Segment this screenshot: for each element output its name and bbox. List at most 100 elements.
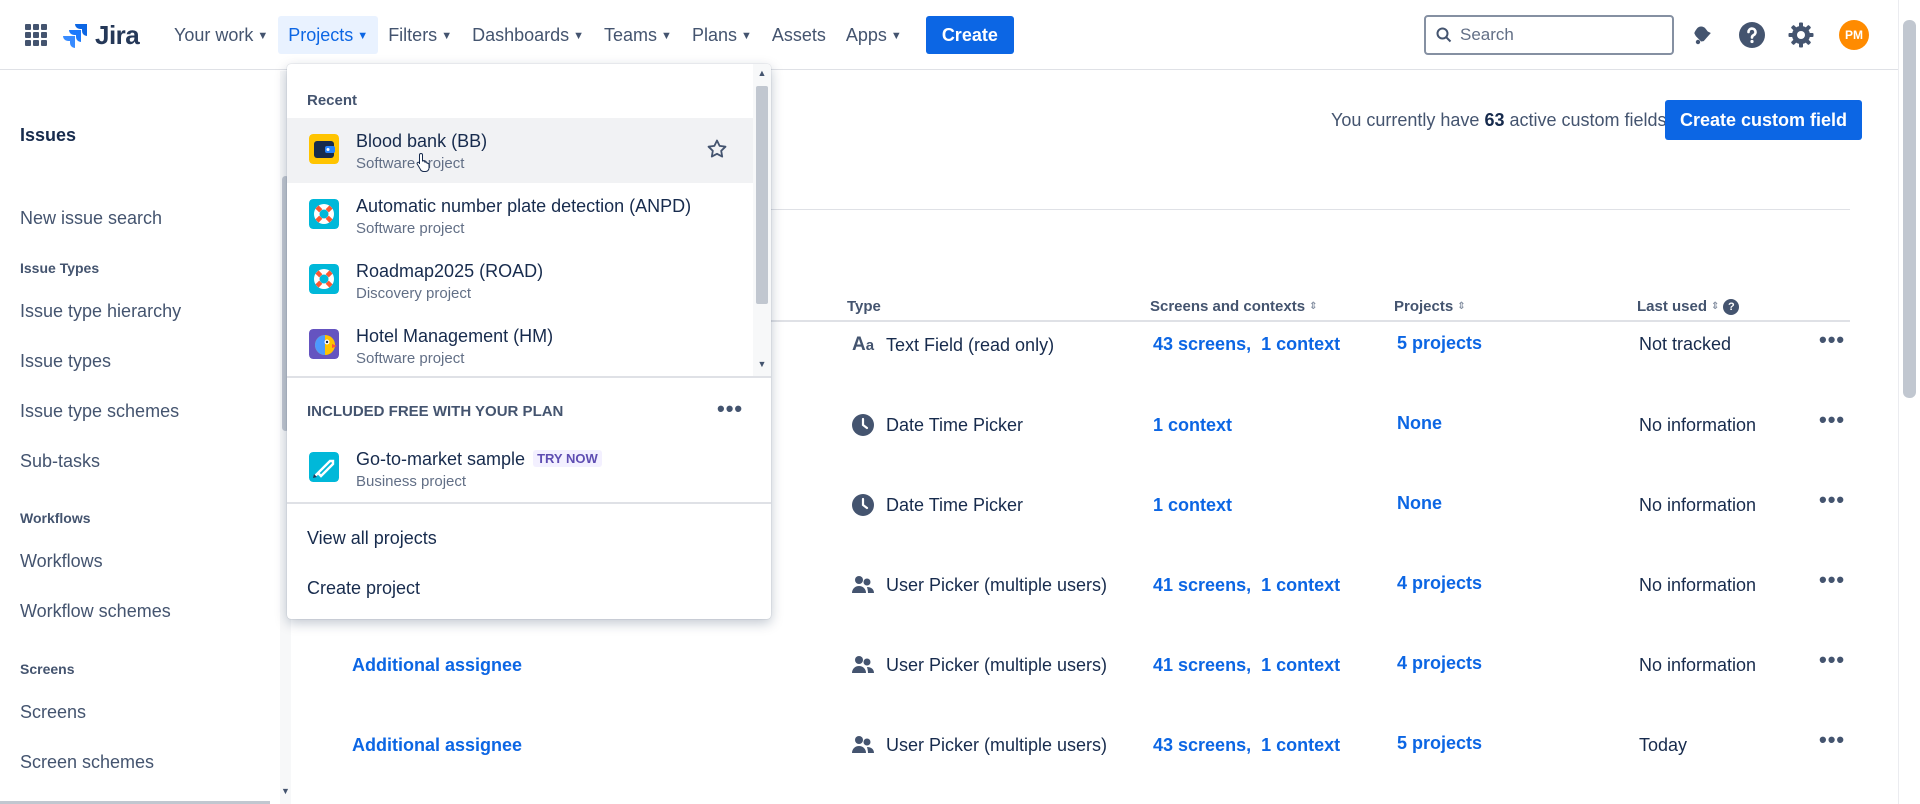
dropdown-scroll-thumb[interactable] (756, 86, 768, 304)
projects-link[interactable]: 5 projects (1397, 733, 1482, 754)
page-scrollbar[interactable] (1898, 0, 1920, 804)
search-box[interactable] (1424, 15, 1674, 55)
field-type-label: Date Time Picker (886, 414, 1024, 435)
screens-and-contexts: 1 context (1153, 415, 1232, 436)
try-now-badge: TRY NOW (533, 450, 602, 467)
project-name: Roadmap2025 (ROAD) (356, 261, 544, 281)
projects-link[interactable]: 5 projects (1397, 333, 1482, 354)
field-name-link[interactable]: Additional assignee (352, 735, 522, 756)
column-header-last-used[interactable]: Last used ⇕? (1637, 298, 1740, 315)
sidebar-item-issue-types[interactable]: Issue types (20, 351, 111, 372)
chevron-down-icon: ▼ (441, 30, 453, 42)
contexts-link[interactable]: 1 context (1261, 575, 1340, 595)
row-actions-button[interactable]: ••• (1819, 727, 1845, 753)
star-icon[interactable] (706, 138, 728, 160)
recent-project-item[interactable]: Blood bank (BB) Software project (287, 118, 753, 183)
projects-link[interactable]: 4 projects (1397, 653, 1482, 674)
last-used-value: No information (1639, 575, 1757, 595)
screens-and-contexts: 41 screens, 1 context (1153, 655, 1340, 676)
field-name-link[interactable]: Additional assignee (352, 655, 522, 676)
nav-item-dashboards[interactable]: Dashboards ▼ (462, 16, 594, 54)
contexts-link[interactable]: 1 context (1153, 495, 1232, 515)
sidebar-item-screens[interactable]: Screens (20, 702, 86, 723)
screens-link[interactable]: 41 screens, (1153, 575, 1251, 595)
dropdown-divider (287, 502, 771, 504)
search-input[interactable] (1460, 25, 1650, 45)
row-actions-button[interactable]: ••• (1819, 487, 1845, 513)
sidebar-title: Issues (20, 125, 77, 145)
nav-item-teams[interactable]: Teams ▼ (594, 16, 682, 54)
users-icon (850, 732, 876, 758)
projects-link[interactable]: None (1397, 493, 1442, 514)
dropdown-scroll-down-icon[interactable]: ▼ (753, 359, 771, 369)
notifications-button[interactable] (1687, 20, 1717, 50)
question-icon[interactable]: ? (1723, 298, 1740, 315)
last-used-value: No information (1639, 495, 1757, 515)
sidebar-group-screens: Screens (20, 661, 75, 677)
sort-icon: ⇕ (1309, 301, 1318, 312)
row-actions-button[interactable]: ••• (1819, 407, 1845, 433)
recent-heading: Recent (307, 92, 358, 109)
users-icon (850, 652, 876, 678)
sidebar-item-issue-type-schemes[interactable]: Issue type schemes (20, 401, 179, 422)
page-scroll-thumb[interactable] (1903, 20, 1916, 398)
screens-link[interactable]: 43 screens, (1153, 334, 1251, 354)
row-actions-button[interactable]: ••• (1819, 567, 1845, 593)
sidebar-item-workflows[interactable]: Workflows (20, 551, 103, 572)
dropdown-scrollbar[interactable]: ▲ ▼ (753, 64, 771, 376)
count-value: 63 (1484, 110, 1505, 130)
field-type-label: Text Field (read only) (886, 334, 1055, 355)
contexts-link[interactable]: 1 context (1153, 415, 1232, 435)
sidebar-item-new-issue-search[interactable]: New issue search (20, 208, 162, 229)
field-type-label: User Picker (multiple users) (886, 734, 1108, 755)
create-project-link[interactable]: Create project (307, 578, 420, 599)
column-header-screens[interactable]: Screens and contexts ⇕ (1150, 298, 1317, 315)
recent-project-item[interactable]: Automatic number plate detection (ANPD) S… (287, 183, 753, 248)
primary-nav: Your work ▼ Projects ▼ Filters ▼ Dashboards ▼ Te… (164, 16, 1014, 54)
dropdown-scroll-up-icon[interactable]: ▲ (753, 68, 771, 78)
jira-logo[interactable]: Jira (63, 20, 140, 51)
contexts-link[interactable]: 1 context (1261, 735, 1340, 755)
sidebar-group-issue-types: Issue Types (20, 260, 100, 276)
create-button[interactable]: Create (925, 16, 1014, 54)
create-custom-field-button[interactable]: Create custom field (1665, 100, 1863, 140)
field-type-label: Date Time Picker (886, 494, 1024, 515)
sidebar-item-issue-type-hierarchy[interactable]: Issue type hierarchy (20, 301, 181, 322)
screens-link[interactable]: 41 screens, (1153, 655, 1251, 675)
settings-button[interactable] (1786, 20, 1816, 50)
nav-item-plans[interactable]: Plans ▼ (682, 16, 762, 54)
project-type: Software project (356, 350, 465, 367)
nav-item-apps[interactable]: Apps ▼ (836, 16, 912, 54)
column-type-label: Type (847, 298, 881, 315)
chevron-down-icon: ▼ (740, 30, 752, 42)
nav-item-assets[interactable]: Assets (762, 16, 836, 54)
projects-link[interactable]: None (1397, 413, 1442, 434)
app-switcher-icon[interactable] (25, 24, 47, 46)
last-used-value: Today (1639, 735, 1688, 755)
row-actions-button[interactable]: ••• (1819, 327, 1845, 353)
sidebar-item-screen-schemes[interactable]: Screen schemes (20, 752, 154, 773)
sidebar-item-sub-tasks[interactable]: Sub-tasks (20, 451, 100, 472)
more-options-button[interactable]: ••• (717, 396, 743, 422)
nav-item-your-work[interactable]: Your work ▼ (164, 16, 278, 54)
help-button[interactable] (1737, 20, 1767, 50)
column-header-projects[interactable]: Projects ⇕ (1394, 298, 1466, 315)
contexts-link[interactable]: 1 context (1261, 655, 1340, 675)
project-type: Software project (356, 155, 465, 172)
screens-link[interactable]: 43 screens, (1153, 735, 1251, 755)
projects-link[interactable]: 4 projects (1397, 573, 1482, 594)
field-type: Date Time Picker (850, 492, 1023, 518)
user-avatar[interactable]: PM (1839, 20, 1869, 50)
recent-project-item[interactable]: Hotel Management (HM) Software project (287, 313, 753, 378)
sidebar-scroll-down-icon[interactable]: ▼ (280, 786, 291, 796)
nav-item-projects[interactable]: Projects ▼ (278, 16, 379, 54)
recent-project-item[interactable]: Roadmap2025 (ROAD) Discovery project (287, 248, 753, 313)
contexts-link[interactable]: 1 context (1261, 334, 1340, 354)
row-actions-button[interactable]: ••• (1819, 647, 1845, 673)
sidebar-item-workflow-schemes[interactable]: Workflow schemes (20, 601, 171, 622)
sample-project-item[interactable]: Go-to-market sample TRY NOW Business proj… (287, 436, 771, 501)
column-header-type[interactable]: Type (847, 298, 881, 315)
nav-item-label: Your work (174, 24, 254, 45)
nav-item-filters[interactable]: Filters ▼ (378, 16, 462, 54)
view-all-projects-link[interactable]: View all projects (307, 528, 437, 549)
